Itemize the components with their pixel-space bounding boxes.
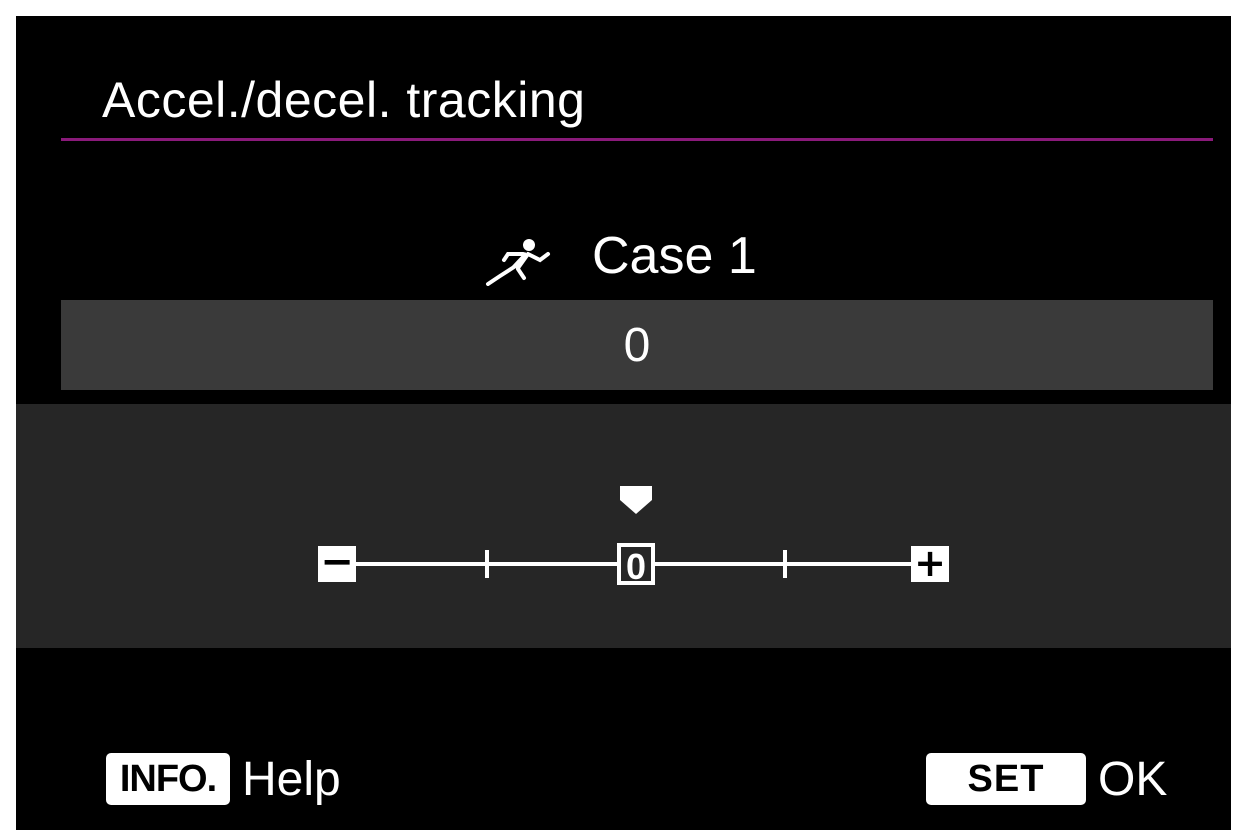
set-ok-hint[interactable]: SET OK [926, 751, 1167, 807]
athlete-running-icon [486, 239, 550, 286]
scale-center-mark: 0 [617, 543, 655, 587]
current-value-display: 0 [61, 300, 1213, 390]
adjustment-scale[interactable]: − + 0 [16, 404, 1231, 648]
title-divider [61, 138, 1213, 141]
scale-plus-symbol: + [914, 541, 946, 585]
scale-minus-button[interactable]: − [318, 539, 356, 585]
case-label: Case 1 [592, 227, 757, 285]
scale-pointer-marker[interactable] [620, 486, 652, 514]
set-action-label: OK [1098, 752, 1168, 806]
case-row: Case 1 [16, 226, 1231, 286]
scale-minus-symbol: − [320, 539, 354, 585]
page-title: Accel./decel. tracking [102, 72, 586, 128]
camera-menu-screen: Accel./decel. tracking Case 1 0 − + 0 IN… [16, 16, 1231, 830]
scale-plus-button[interactable]: + [911, 541, 949, 585]
info-key[interactable]: INFO. [106, 753, 230, 805]
info-help-hint[interactable]: INFO. Help [106, 751, 341, 807]
info-action-label: Help [242, 752, 341, 806]
current-value: 0 [623, 318, 651, 372]
scale-center-label: 0 [626, 546, 646, 587]
adjustment-scale-panel[interactable]: − + 0 [16, 404, 1231, 648]
set-key[interactable]: SET [926, 753, 1086, 805]
